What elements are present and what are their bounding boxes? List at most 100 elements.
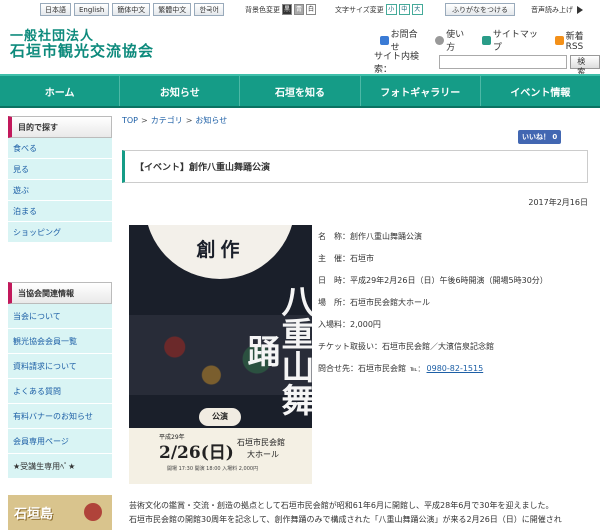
sidebar-item-student-page[interactable]: ★受講生専用ﾍﾟ★ bbox=[8, 454, 112, 479]
sidebar-item-brochure[interactable]: 資料請求について bbox=[8, 354, 112, 379]
poster-badge: 公演 bbox=[199, 408, 241, 426]
breadcrumb-news[interactable]: お知らせ bbox=[195, 116, 227, 125]
nav-home[interactable]: ホーム bbox=[0, 76, 121, 106]
sidebar-association: 当協会関連情報 当会について 観光協会会員一覧 資料請求について よくある質問 … bbox=[8, 282, 112, 479]
sidebar-purpose: 目的で探す 食べる 見る 遊ぶ 泊まる ショッピング bbox=[8, 116, 112, 243]
bg-color-label: 背景色変更 bbox=[245, 5, 280, 14]
event-poster-image: 創作 八重山舞踊 公演 平成29年 2/26(日) 石垣市民会館 大ホール 開場… bbox=[129, 225, 312, 484]
detail-row: 入場料： 2,000円 bbox=[318, 314, 548, 336]
breadcrumb-top[interactable]: TOP bbox=[122, 116, 138, 125]
font-small-button[interactable]: 小 bbox=[385, 4, 397, 15]
detail-label: 場 所： bbox=[318, 298, 350, 307]
sidebar-item-members[interactable]: 観光協会会員一覧 bbox=[8, 329, 112, 354]
article-title-text: 【イベント】創作八重山舞踊公演 bbox=[135, 163, 271, 173]
detail-row: 主 催： 石垣市 bbox=[318, 248, 548, 270]
poster-venue: 石垣市民会館 bbox=[237, 438, 285, 447]
detail-label: 日 時： bbox=[318, 276, 350, 285]
bg-black-button[interactable]: 黒 bbox=[282, 4, 292, 15]
sidebar-item-eat[interactable]: 食べる bbox=[8, 138, 112, 159]
detail-value: 石垣市民会館大ホール bbox=[350, 298, 430, 307]
sidebar-association-title: 当協会関連情報 bbox=[8, 282, 112, 304]
article-date: 2017年2月16日 bbox=[528, 198, 588, 207]
poster-main-title: 八重山舞踊 bbox=[242, 284, 312, 416]
help-icon bbox=[435, 35, 445, 45]
font-size-label: 文字サイズ変更 bbox=[335, 5, 384, 14]
voice-readout-label: 音声読み上げ bbox=[531, 6, 573, 14]
detail-value: 石垣市民会館／大濱信泉記念館 bbox=[382, 342, 494, 351]
sidebar-item-paid-banner[interactable]: 有料バナーのお知らせ bbox=[8, 404, 112, 429]
furigana-button[interactable]: ふりがなをつける bbox=[445, 3, 515, 16]
nav-photo-gallery[interactable]: フォトギャラリー bbox=[361, 76, 481, 106]
nav-event-info[interactable]: イベント情報 bbox=[481, 76, 600, 106]
bg-blue-button[interactable]: 青 bbox=[294, 4, 304, 15]
article-paragraph: 芸術文化の鑑賞・交流・創造の拠点として石垣市民会館が昭和61年6月に開館し、平成… bbox=[129, 501, 554, 510]
sidebar-item-see[interactable]: 見る bbox=[8, 159, 112, 180]
utility-bar: 日本語 English 簡体中文 繁體中文 한국어 背景色変更 黒 青 白 文字… bbox=[0, 0, 600, 20]
bg-white-button[interactable]: 白 bbox=[306, 4, 316, 15]
poster-heading: 創作 bbox=[196, 239, 245, 261]
sidebar-item-stay[interactable]: 泊まる bbox=[8, 201, 112, 222]
sidebar-item-shopping[interactable]: ショッピング bbox=[8, 222, 112, 243]
background-color-changer: 背景色変更 黒 青 白 bbox=[245, 4, 316, 15]
phone-icon: ℡： bbox=[410, 365, 425, 373]
poster-small-print: 開場 17:30 開演 18:00 入場料 2,000円 bbox=[167, 466, 259, 472]
play-icon bbox=[577, 6, 584, 14]
sitemap-icon bbox=[482, 35, 491, 45]
lang-english-button[interactable]: English bbox=[74, 3, 110, 16]
detail-label: チケット取扱い： bbox=[318, 342, 382, 351]
main-nav: ホーム お知らせ 石垣を知る フォトギャラリー イベント情報 bbox=[0, 74, 600, 108]
logo-title[interactable]: 石垣市観光交流協会 bbox=[10, 40, 154, 61]
breadcrumb-category[interactable]: カテゴリ bbox=[151, 116, 183, 125]
lang-japanese-button[interactable]: 日本語 bbox=[40, 3, 71, 16]
lang-korean-button[interactable]: 한국어 bbox=[194, 3, 225, 16]
detail-value: 石垣市 bbox=[350, 254, 374, 263]
banner-emblem-icon bbox=[84, 503, 102, 521]
nav-news[interactable]: お知らせ bbox=[120, 76, 241, 106]
search-button[interactable]: 検索 bbox=[570, 55, 600, 76]
poster-venue-hall: 大ホール bbox=[247, 450, 279, 459]
breadcrumb-separator-icon: > bbox=[141, 116, 148, 125]
search-label: サイト内検索： bbox=[374, 52, 420, 75]
lang-traditional-chinese-button[interactable]: 繁體中文 bbox=[153, 3, 192, 16]
font-medium-button[interactable]: 中 bbox=[398, 4, 410, 15]
article-title: 【イベント】創作八重山舞踊公演 bbox=[122, 150, 588, 183]
sidebar-item-member-page[interactable]: 会員専用ページ bbox=[8, 429, 112, 454]
detail-row: 場 所： 石垣市民会館大ホール bbox=[318, 292, 548, 314]
voice-readout-button[interactable]: 音声読み上げ bbox=[531, 5, 584, 15]
detail-value: 創作八重山舞踊公演 bbox=[350, 232, 422, 241]
event-details: 名 称： 創作八重山舞踊公演 主 催： 石垣市 日 時： 平成29年2月26日（日）午… bbox=[318, 226, 548, 380]
poster-date: 2/26(日) bbox=[159, 443, 234, 463]
detail-label: 入場料： bbox=[318, 320, 350, 329]
detail-row: 名 称： 創作八重山舞踊公演 bbox=[318, 226, 548, 248]
breadcrumb-separator-icon: > bbox=[185, 116, 193, 125]
mail-icon bbox=[380, 35, 389, 45]
facebook-like-button[interactable]: いいね！ 0 bbox=[518, 130, 562, 144]
detail-value: 2,000円 bbox=[350, 320, 381, 329]
sidebar-item-about[interactable]: 当会について bbox=[8, 304, 112, 329]
language-switcher: 日本語 English 簡体中文 繁體中文 한국어 bbox=[40, 3, 225, 16]
detail-label: 名 称： bbox=[318, 232, 350, 241]
nav-about-ishigaki[interactable]: 石垣を知る bbox=[240, 76, 361, 106]
rss-icon bbox=[554, 35, 564, 45]
page: 日本語 English 簡体中文 繁體中文 한국어 背景色変更 黒 青 白 文字… bbox=[0, 0, 600, 530]
banner-text: 石垣島 bbox=[14, 507, 54, 522]
sidebar-item-faq[interactable]: よくある質問 bbox=[8, 379, 112, 404]
font-size-changer: 文字サイズ変更 小 中 大 bbox=[335, 4, 423, 15]
detail-value: 石垣市民会館 bbox=[358, 364, 406, 373]
sidebar-purpose-title: 目的で探す bbox=[8, 116, 112, 138]
detail-label: 主 催： bbox=[318, 254, 350, 263]
font-large-button[interactable]: 大 bbox=[411, 4, 423, 15]
phone-link[interactable]: 0980-82-1515 bbox=[427, 364, 484, 374]
detail-label: 問合せ先： bbox=[318, 364, 358, 373]
article-paragraph: 石垣市民会館の開館30周年を記念して、創作舞踊のみで構成された「八重山舞踊公演」… bbox=[129, 515, 562, 524]
site-search: サイト内検索： 検索 bbox=[374, 49, 600, 76]
detail-row: 問合せ先： 石垣市民会館 ℡： 0980-82-1515 bbox=[318, 358, 548, 380]
detail-row: チケット取扱い： 石垣市民会館／大濱信泉記念館 bbox=[318, 336, 548, 358]
lang-simplified-chinese-button[interactable]: 簡体中文 bbox=[112, 3, 151, 16]
sidebar-item-play[interactable]: 遊ぶ bbox=[8, 180, 112, 201]
detail-value: 平成29年2月26日（日）午後6時開演（開場5時30分） bbox=[350, 276, 548, 285]
search-input[interactable] bbox=[439, 55, 568, 69]
sidebar-banner[interactable]: 石垣島 bbox=[8, 495, 112, 530]
breadcrumb: TOP > カテゴリ > お知らせ bbox=[122, 115, 227, 126]
detail-row: 日 時： 平成29年2月26日（日）午後6時開演（開場5時30分） bbox=[318, 270, 548, 292]
